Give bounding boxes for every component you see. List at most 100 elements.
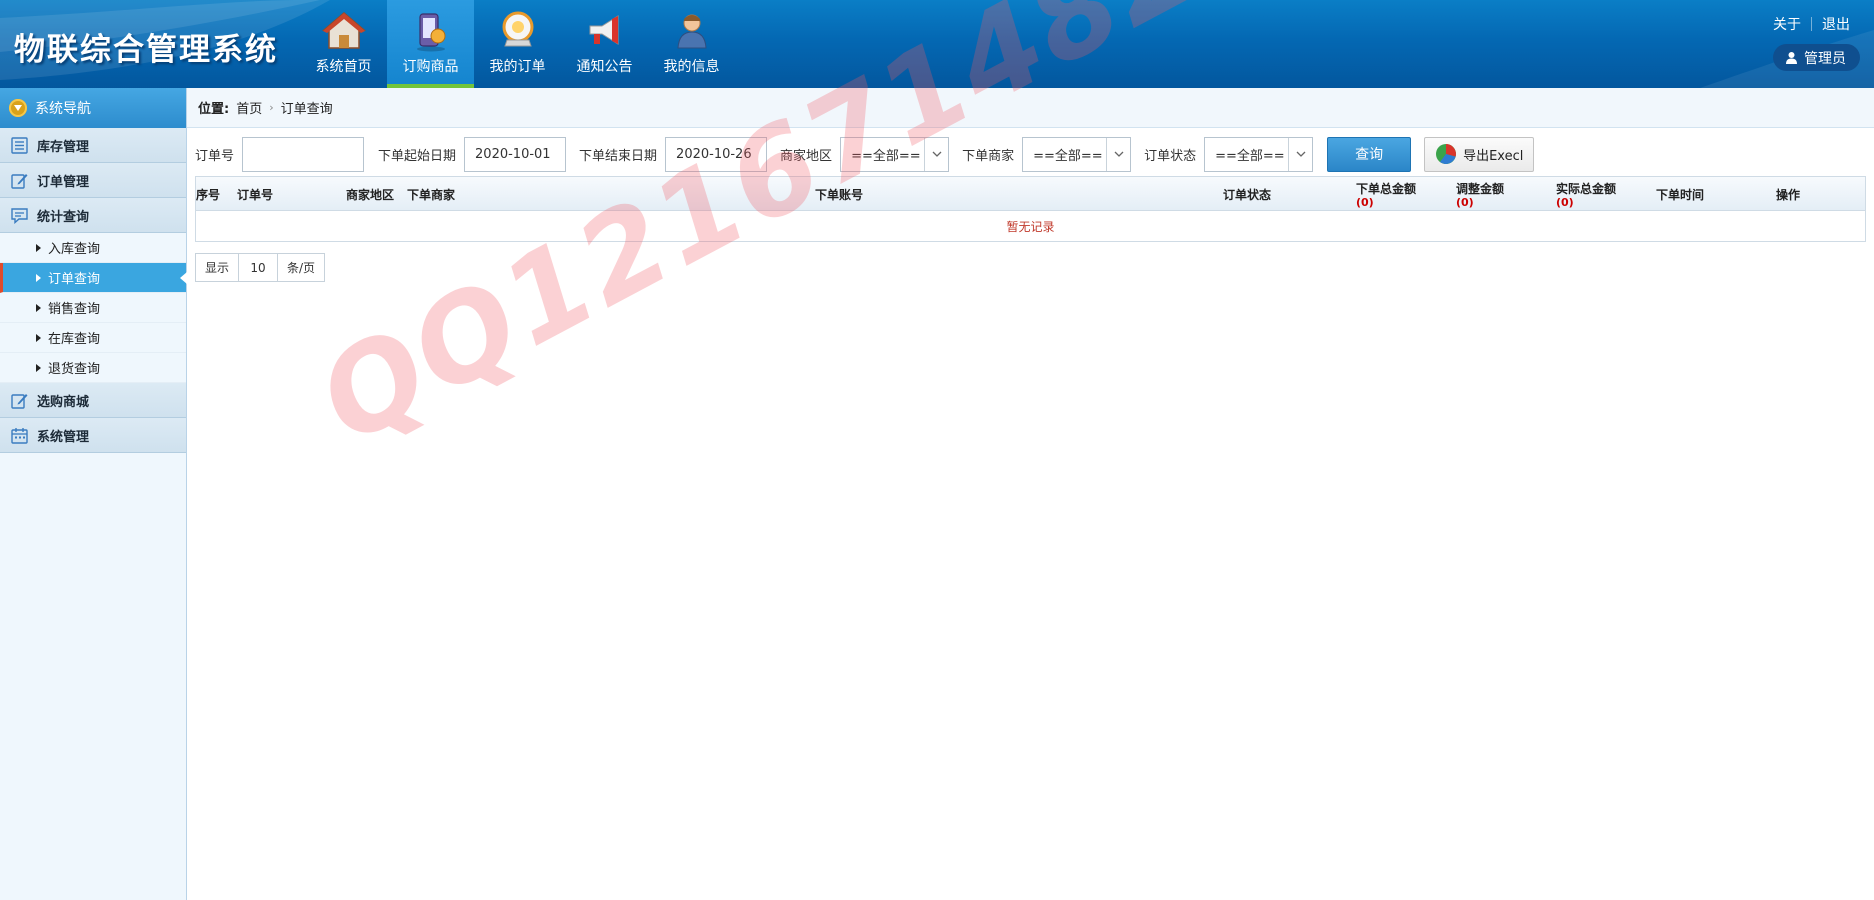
empty-state-message: 暂无记录 — [1006, 219, 1055, 234]
status-label: 订单状态 — [1144, 148, 1197, 164]
nav-notices[interactable]: 通知公告 — [561, 0, 648, 88]
sidebar-group-system-label: 系统管理 — [37, 429, 90, 445]
col-total-amount[interactable]: 下单总金额 (0) — [1356, 177, 1416, 211]
region-select[interactable]: ==全部== — [840, 136, 950, 172]
link-divider — [1811, 17, 1812, 31]
order-no-label: 订单号 — [195, 148, 235, 164]
user-icon — [1786, 52, 1797, 64]
col-adjust-amount[interactable]: 调整金额 (0) — [1456, 177, 1504, 211]
order-no-input[interactable] — [242, 136, 365, 172]
col-order-no-label: 订单号 — [237, 187, 274, 202]
pager-show-label: 显示 — [205, 261, 230, 275]
sidebar-group-stats[interactable]: 统计查询 — [0, 198, 186, 233]
sidebar-item-order-query[interactable]: 订单查询 — [0, 263, 187, 293]
sidebar-group-mall[interactable]: 选购商城 — [0, 383, 186, 418]
region-label: 商家地区 — [780, 148, 833, 164]
nav-my-info[interactable]: 我的信息 — [648, 0, 735, 88]
sidebar-item-sales-query[interactable]: 销售查询 — [0, 293, 186, 323]
sidebar-item-stock-query[interactable]: 在库查询 — [0, 323, 186, 353]
col-actual-amount[interactable]: 实际总金额 (0) — [1556, 177, 1616, 211]
sidebar-item-label: 销售查询 — [48, 302, 101, 317]
start-date-input[interactable] — [464, 136, 567, 172]
header-swoosh-decoration — [0, 0, 1874, 88]
col-adjust-amount-label: 调整金额 — [1456, 181, 1505, 196]
pagination: 显示 10 条/页 — [195, 253, 326, 282]
breadcrumb-prefix: 位置: — [198, 102, 230, 117]
sidebar-title: 系统导航 — [0, 88, 186, 128]
col-total-amount-count: (0) — [1356, 195, 1374, 209]
about-link[interactable]: 关于 — [1773, 17, 1801, 33]
sidebar-title-label: 系统导航 — [35, 101, 91, 117]
col-region[interactable]: 商家地区 — [346, 177, 394, 211]
nav-my-orders-label: 我的订单 — [489, 59, 546, 75]
breadcrumb: 位置: 首页 › 订单查询 — [187, 88, 1874, 128]
sidebar-group-inventory-label: 库存管理 — [37, 139, 90, 155]
app-logo-title: 物联综合管理系统 — [14, 32, 278, 68]
pager-per-page-label: 条/页 — [287, 261, 316, 275]
end-date-input[interactable] — [665, 136, 768, 172]
main-nav: 系统首页 订购商品 我的订单 通知公告 我的信息 — [300, 0, 735, 88]
col-account[interactable]: 下单账号 — [815, 177, 863, 211]
list-icon — [11, 136, 28, 154]
sidebar-item-inbound-query[interactable]: 入库查询 — [0, 233, 186, 263]
filter-bar: 订单号 下单起始日期 下单结束日期 商家地区 ==全部== 下单商家 ==全部=… — [195, 136, 1535, 172]
current-user-name: 管理员 — [1804, 50, 1846, 67]
caret-right-icon — [36, 303, 41, 312]
logout-link[interactable]: 退出 — [1822, 17, 1850, 33]
sidebar-group-stats-label: 统计查询 — [37, 209, 90, 225]
nav-home[interactable]: 系统首页 — [300, 0, 387, 88]
chevron-down-icon — [1106, 137, 1130, 171]
col-order-time[interactable]: 下单时间 — [1656, 177, 1704, 211]
col-actions: 操作 — [1776, 177, 1800, 211]
sidebar-group-orders-label: 订单管理 — [37, 174, 90, 190]
megaphone-icon — [589, 15, 618, 45]
status-select-value: ==全部== — [1215, 148, 1285, 164]
chevron-down-icon — [1288, 137, 1312, 171]
caret-right-icon — [36, 243, 41, 252]
sidebar-item-label: 订单查询 — [48, 272, 101, 287]
caret-right-icon — [36, 333, 41, 342]
col-status-label: 订单状态 — [1223, 187, 1272, 202]
sidebar-item-return-query[interactable]: 退货查询 — [0, 353, 186, 383]
user-profile-icon — [676, 14, 707, 49]
top-header: 物联综合管理系统 系统首页 订购商品 我的订单 通知公告 我的信息 关于 退出 … — [0, 0, 1874, 88]
col-actual-amount-label: 实际总金额 — [1556, 181, 1617, 196]
breadcrumb-current: 订单查询 — [280, 102, 333, 117]
export-excel-button[interactable]: 导出Execl — [1424, 136, 1535, 172]
edit-icon — [11, 173, 28, 189]
nav-order-goods-label: 订购商品 — [402, 59, 459, 75]
breadcrumb-arrow-icon: › — [269, 101, 274, 114]
chevron-down-circle-icon — [9, 99, 27, 117]
top-links: 关于 退出 — [1773, 14, 1850, 34]
merchant-select-value: ==全部== — [1033, 148, 1103, 164]
col-account-label: 下单账号 — [815, 187, 864, 202]
pie-chart-icon — [1436, 144, 1457, 164]
sidebar-group-inventory[interactable]: 库存管理 — [0, 128, 186, 163]
sidebar-group-orders[interactable]: 订单管理 — [0, 163, 186, 198]
col-actual-amount-count: (0) — [1556, 195, 1574, 209]
status-select[interactable]: ==全部== — [1204, 136, 1314, 172]
sidebar-item-label: 在库查询 — [48, 332, 101, 347]
sidebar-item-label: 退货查询 — [48, 362, 101, 377]
col-actions-label: 操作 — [1776, 187, 1801, 202]
col-status[interactable]: 订单状态 — [1223, 177, 1271, 211]
breadcrumb-home-link[interactable]: 首页 — [236, 98, 262, 117]
current-user-badge[interactable]: 管理员 — [1773, 44, 1860, 71]
merchant-select[interactable]: ==全部== — [1022, 136, 1132, 172]
page-size-input[interactable]: 10 — [238, 254, 279, 281]
sidebar-group-system[interactable]: 系统管理 — [0, 418, 186, 453]
col-merchant[interactable]: 下单商家 — [407, 177, 455, 211]
phone-order-icon — [416, 13, 445, 52]
calendar-icon — [11, 427, 28, 444]
nav-order-goods[interactable]: 订购商品 — [387, 0, 474, 88]
query-button[interactable]: 查询 — [1327, 136, 1412, 172]
nav-my-orders[interactable]: 我的订单 — [474, 0, 561, 88]
col-seq[interactable]: 序号 — [196, 177, 220, 211]
caret-right-icon — [36, 273, 41, 282]
nav-home-label: 系统首页 — [315, 59, 372, 75]
region-select-value: ==全部== — [851, 148, 921, 164]
col-order-no[interactable]: 订单号 — [237, 177, 273, 211]
sidebar-group-mall-label: 选购商城 — [37, 394, 90, 410]
col-seq-label: 序号 — [196, 187, 221, 202]
edit-icon — [11, 393, 28, 409]
